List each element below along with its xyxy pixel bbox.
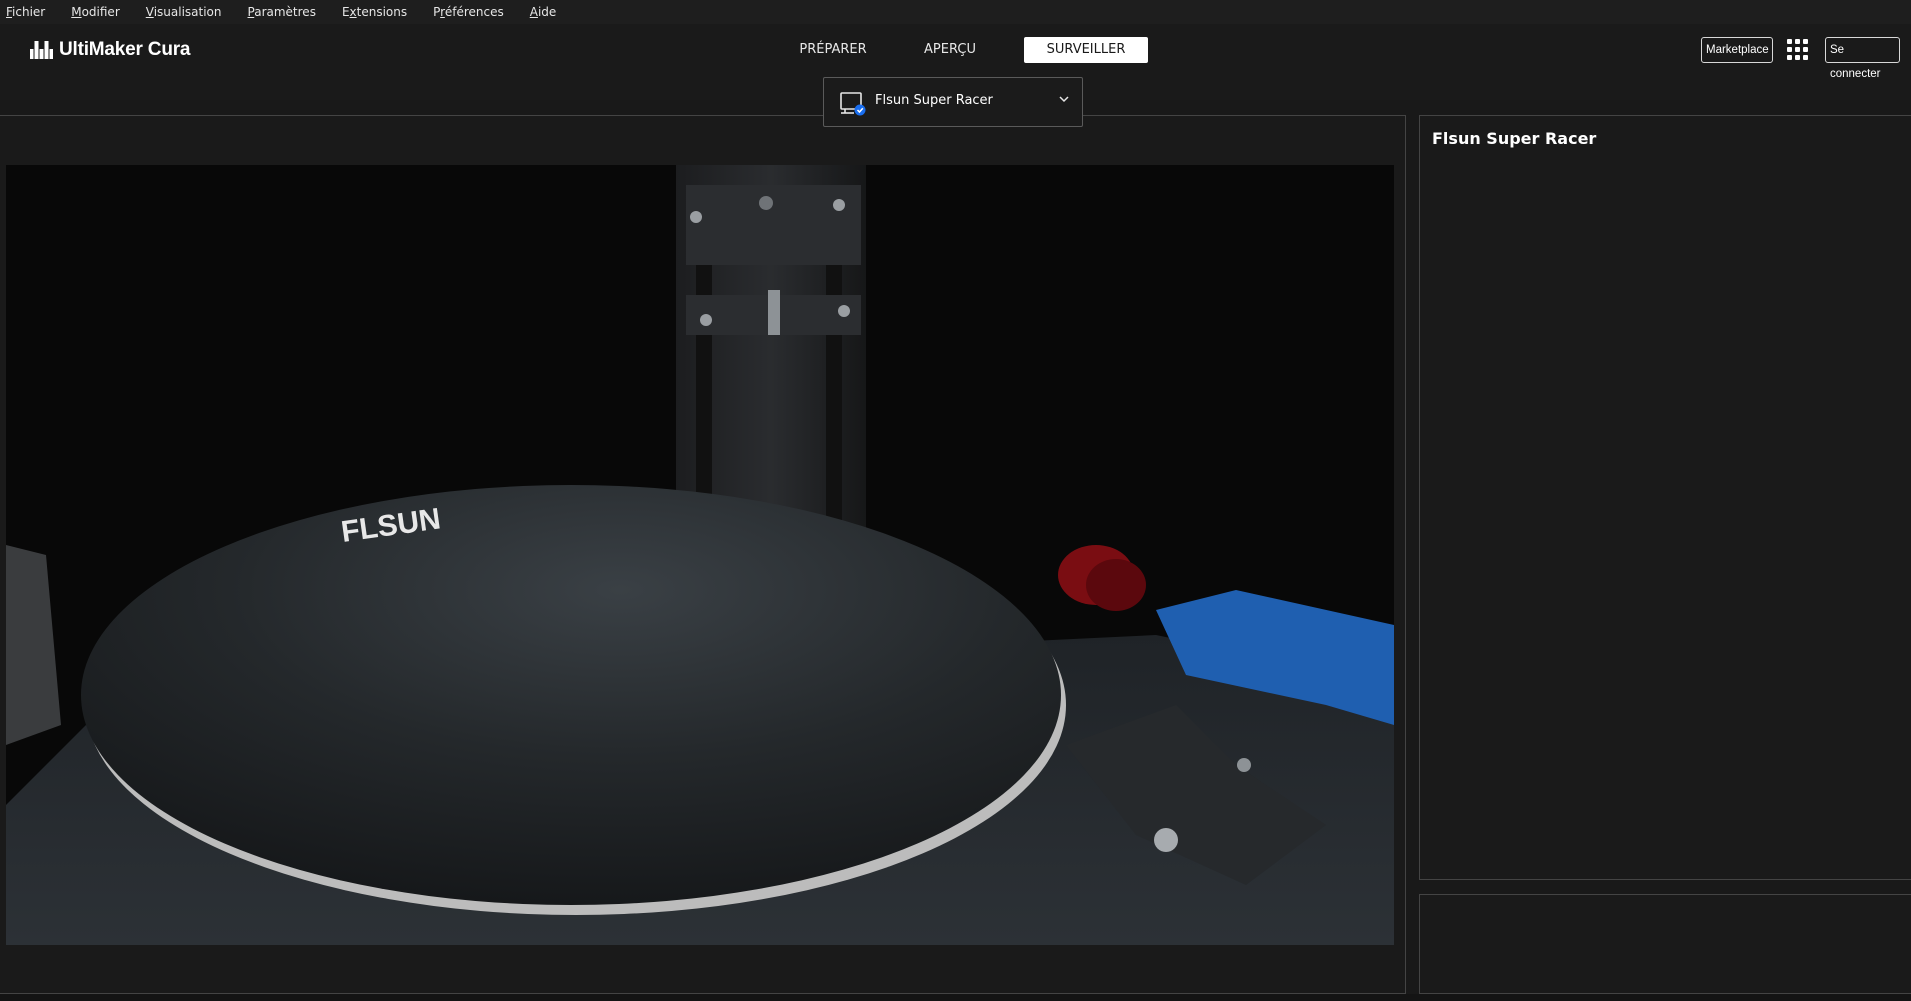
sign-in-button[interactable]: Se connecter [1825, 37, 1900, 80]
tab-prepare[interactable]: PRÉPARER [774, 37, 892, 63]
menu-view[interactable]: Visualisation [140, 5, 222, 19]
printer-selector[interactable]: Flsun Super Racer [823, 77, 1083, 127]
menu-extensions[interactable]: Extensions [336, 5, 407, 19]
menu-file[interactable]: Fichier [0, 5, 45, 19]
tab-monitor[interactable]: SURVEILLER [1024, 37, 1148, 63]
stage-tabs: PRÉPARER APERÇU SURVEILLER [774, 37, 1148, 63]
ultimaker-logo-icon [30, 41, 53, 59]
connected-printer-icon [840, 92, 866, 116]
menu-settings[interactable]: Paramètres [242, 5, 316, 19]
menu-help[interactable]: Aide [524, 5, 557, 19]
menu-edit[interactable]: Modifier [65, 5, 120, 19]
app-logo: UltiMaker Cura [30, 39, 190, 61]
camera-feed-image: FLSUN [6, 165, 1394, 945]
camera-feed: FLSUN [6, 165, 1394, 945]
menu-preferences[interactable]: Préférences [427, 5, 504, 19]
printer-title: Flsun Super Racer [1432, 129, 1597, 148]
app-name: UltiMaker Cura [59, 39, 191, 60]
marketplace-button[interactable]: Marketplace [1701, 37, 1773, 63]
grid-apps-icon[interactable] [1787, 39, 1809, 61]
menu-bar: Fichier Modifier Visualisation Paramètre… [0, 0, 1911, 24]
tab-preview[interactable]: APERÇU [892, 37, 1008, 63]
selected-printer-name: Flsun Super Racer [875, 93, 993, 108]
chevron-down-icon [1059, 96, 1069, 103]
bottom-divider [0, 994, 1911, 1001]
printer-status-panel: Flsun Super Racer [1419, 115, 1911, 880]
print-job-panel [1419, 894, 1911, 994]
